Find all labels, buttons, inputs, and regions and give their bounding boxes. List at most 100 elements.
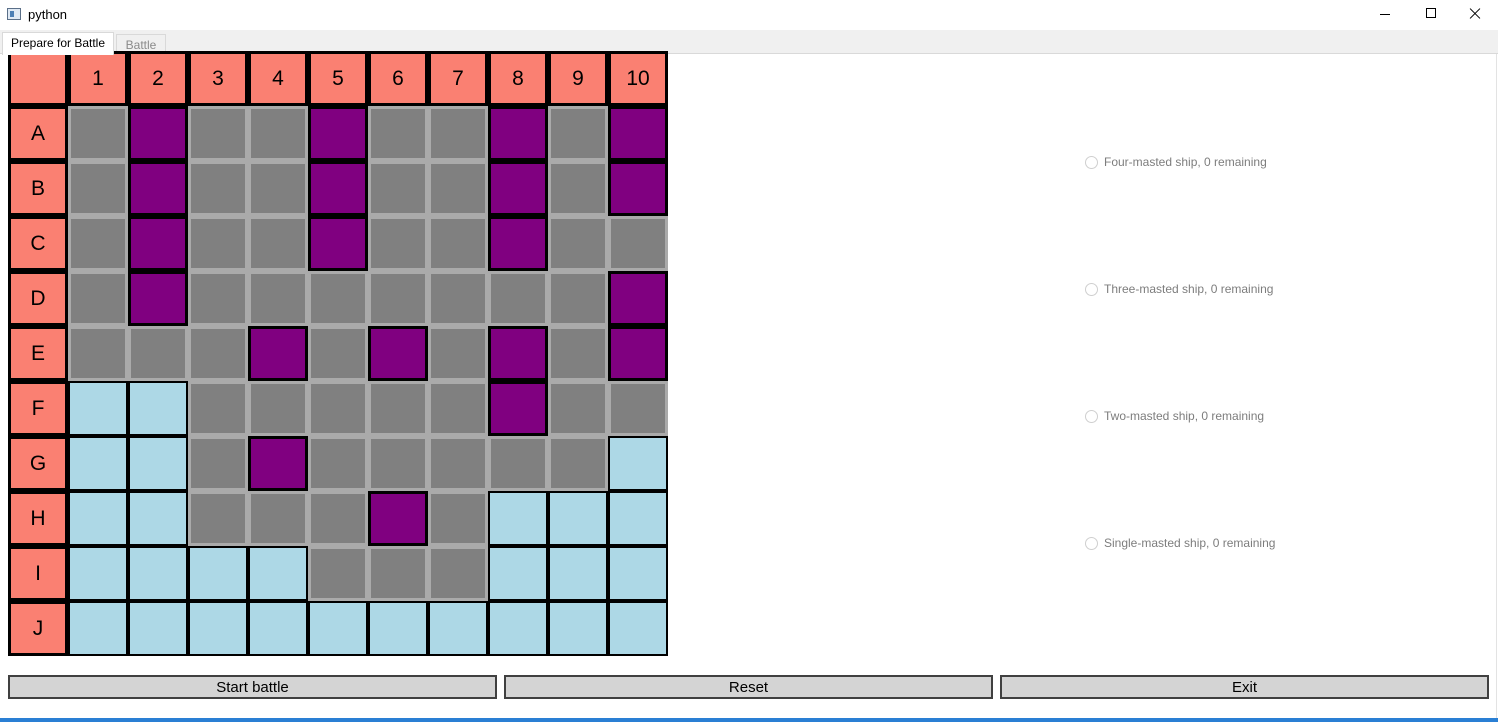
board-cell-water-g1[interactable] [68, 436, 128, 491]
board-cell-ship-d2[interactable] [128, 271, 188, 326]
board-cell-water-h8[interactable] [488, 491, 548, 546]
board-cell-ship-b2[interactable] [128, 161, 188, 216]
board-cell-ship-d10[interactable] [608, 271, 668, 326]
board-cell-water-j7[interactable] [428, 601, 488, 656]
board-cell-blocked-f3[interactable] [188, 381, 248, 436]
board-cell-blocked-c10[interactable] [608, 216, 668, 271]
board-cell-water-i10[interactable] [608, 546, 668, 601]
board-cell-blocked-g3[interactable] [188, 436, 248, 491]
board-cell-blocked-a1[interactable] [68, 106, 128, 161]
board-cell-ship-a5[interactable] [308, 106, 368, 161]
board-cell-water-j3[interactable] [188, 601, 248, 656]
board-cell-blocked-d7[interactable] [428, 271, 488, 326]
board-cell-ship-b8[interactable] [488, 161, 548, 216]
exit-button[interactable]: Exit [1000, 675, 1489, 699]
board-cell-water-g2[interactable] [128, 436, 188, 491]
board-cell-ship-c2[interactable] [128, 216, 188, 271]
board-cell-water-j10[interactable] [608, 601, 668, 656]
board-cell-blocked-i5[interactable] [308, 546, 368, 601]
board-cell-water-i9[interactable] [548, 546, 608, 601]
board-cell-blocked-e3[interactable] [188, 326, 248, 381]
board-cell-water-j9[interactable] [548, 601, 608, 656]
board-cell-ship-a10[interactable] [608, 106, 668, 161]
board-cell-blocked-f10[interactable] [608, 381, 668, 436]
board-cell-water-f2[interactable] [128, 381, 188, 436]
board-cell-ship-a2[interactable] [128, 106, 188, 161]
reset-button[interactable]: Reset [504, 675, 993, 699]
minimize-button[interactable] [1362, 0, 1408, 30]
ship-option-two-masted[interactable]: Two-masted ship, 0 remaining [1085, 408, 1264, 424]
board-cell-water-j5[interactable] [308, 601, 368, 656]
board-cell-blocked-f5[interactable] [308, 381, 368, 436]
board-cell-blocked-g6[interactable] [368, 436, 428, 491]
board-cell-water-j1[interactable] [68, 601, 128, 656]
board-cell-blocked-a9[interactable] [548, 106, 608, 161]
board-cell-blocked-a4[interactable] [248, 106, 308, 161]
board-cell-blocked-d6[interactable] [368, 271, 428, 326]
board-cell-ship-h6[interactable] [368, 491, 428, 546]
board-cell-ship-e6[interactable] [368, 326, 428, 381]
board-cell-blocked-f7[interactable] [428, 381, 488, 436]
board-cell-blocked-h5[interactable] [308, 491, 368, 546]
board-cell-blocked-g7[interactable] [428, 436, 488, 491]
board-cell-blocked-g5[interactable] [308, 436, 368, 491]
board-cell-blocked-a7[interactable] [428, 106, 488, 161]
board-cell-water-i1[interactable] [68, 546, 128, 601]
board-cell-blocked-e2[interactable] [128, 326, 188, 381]
board-cell-water-h1[interactable] [68, 491, 128, 546]
board-cell-blocked-d8[interactable] [488, 271, 548, 326]
board-cell-water-i4[interactable] [248, 546, 308, 601]
board-cell-blocked-g9[interactable] [548, 436, 608, 491]
board-cell-water-j8[interactable] [488, 601, 548, 656]
board-cell-blocked-h4[interactable] [248, 491, 308, 546]
board-cell-blocked-e5[interactable] [308, 326, 368, 381]
board-cell-blocked-c9[interactable] [548, 216, 608, 271]
board-cell-water-j6[interactable] [368, 601, 428, 656]
board-cell-water-j4[interactable] [248, 601, 308, 656]
board-cell-water-h9[interactable] [548, 491, 608, 546]
board-cell-blocked-d5[interactable] [308, 271, 368, 326]
board-cell-blocked-f6[interactable] [368, 381, 428, 436]
board-cell-blocked-e7[interactable] [428, 326, 488, 381]
board-cell-water-f1[interactable] [68, 381, 128, 436]
board-cell-water-j2[interactable] [128, 601, 188, 656]
start-battle-button[interactable]: Start battle [8, 675, 497, 699]
board-cell-blocked-c6[interactable] [368, 216, 428, 271]
board-cell-ship-g4[interactable] [248, 436, 308, 491]
board-cell-blocked-b4[interactable] [248, 161, 308, 216]
tab-prepare-for-battle[interactable]: Prepare for Battle [2, 32, 114, 55]
board-cell-blocked-i7[interactable] [428, 546, 488, 601]
board-cell-ship-a8[interactable] [488, 106, 548, 161]
board-cell-blocked-f9[interactable] [548, 381, 608, 436]
board-cell-ship-b5[interactable] [308, 161, 368, 216]
board-cell-ship-f8[interactable] [488, 381, 548, 436]
board-cell-blocked-h7[interactable] [428, 491, 488, 546]
board-cell-ship-c8[interactable] [488, 216, 548, 271]
board-cell-blocked-d9[interactable] [548, 271, 608, 326]
board-cell-blocked-c3[interactable] [188, 216, 248, 271]
board-cell-blocked-a6[interactable] [368, 106, 428, 161]
board-cell-ship-c5[interactable] [308, 216, 368, 271]
board-cell-ship-e4[interactable] [248, 326, 308, 381]
board-cell-blocked-b6[interactable] [368, 161, 428, 216]
board-cell-blocked-b1[interactable] [68, 161, 128, 216]
maximize-button[interactable] [1408, 0, 1454, 30]
board-cell-water-h2[interactable] [128, 491, 188, 546]
board-cell-blocked-c1[interactable] [68, 216, 128, 271]
board-cell-ship-e10[interactable] [608, 326, 668, 381]
board-cell-blocked-i6[interactable] [368, 546, 428, 601]
board-cell-blocked-g8[interactable] [488, 436, 548, 491]
board-cell-blocked-e1[interactable] [68, 326, 128, 381]
board-cell-water-i2[interactable] [128, 546, 188, 601]
board-cell-blocked-e9[interactable] [548, 326, 608, 381]
board-cell-water-i8[interactable] [488, 546, 548, 601]
board-cell-blocked-a3[interactable] [188, 106, 248, 161]
board-cell-blocked-c4[interactable] [248, 216, 308, 271]
board-cell-blocked-f4[interactable] [248, 381, 308, 436]
ship-option-single-masted[interactable]: Single-masted ship, 0 remaining [1085, 535, 1275, 551]
board-cell-blocked-c7[interactable] [428, 216, 488, 271]
board-cell-blocked-d3[interactable] [188, 271, 248, 326]
board-cell-blocked-d4[interactable] [248, 271, 308, 326]
board-cell-blocked-h3[interactable] [188, 491, 248, 546]
board-cell-ship-b10[interactable] [608, 161, 668, 216]
